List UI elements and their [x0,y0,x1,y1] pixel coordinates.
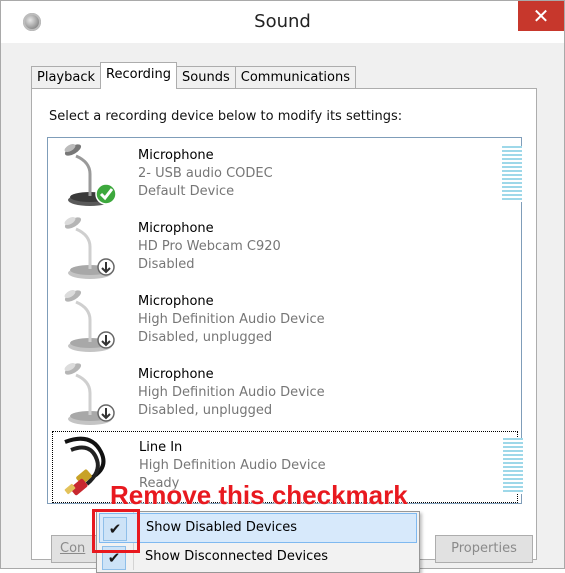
device-status: Disabled, unplugged [138,403,273,418]
device-description: High Definition Audio Device [138,312,325,327]
device-description: High Definition Audio Device [139,458,326,473]
properties-button-label: Properties [451,541,517,556]
menu-item-label: Show Disabled Devices [146,520,298,535]
device-name: Microphone [138,294,214,309]
menu-item-show-disabled-devices[interactable]: ✔ Show Disabled Devices [99,513,417,543]
recording-device-list[interactable]: Microphone 2- USB audio CODEC Default De… [47,137,523,504]
device-name: Microphone [138,367,214,382]
annotation-highlight-box [92,509,140,553]
device-item-microphone-hd-audio-1[interactable]: Microphone High Definition Audio Device … [52,286,516,356]
menu-item-label: Show Disconnected Devices [145,549,329,564]
close-button[interactable]: ✕ [518,1,564,31]
menu-item-show-disconnected-devices[interactable]: ✔ Show Disconnected Devices [99,543,415,571]
device-item-microphone-usb[interactable]: Microphone 2- USB audio CODEC Default De… [52,140,522,210]
device-item-microphone-webcam[interactable]: Microphone HD Pro Webcam C920 Disabled [52,213,516,283]
device-status: Disabled, unplugged [138,330,273,345]
tab-strip: Playback Recording Sounds Communications [31,62,357,89]
microphone-default-icon [64,144,117,206]
properties-button[interactable]: Properties [435,535,533,563]
tab-playback[interactable]: Playback [31,66,102,89]
microphone-disabled-icon [64,290,115,352]
title-bar[interactable]: Sound ✕ [1,1,564,43]
level-meter [502,146,522,202]
microphone-disabled-icon [64,363,115,425]
device-name: Microphone [138,221,214,236]
tab-sounds[interactable]: Sounds [176,66,236,89]
device-description: HD Pro Webcam C920 [138,239,281,254]
microphone-disabled-icon [64,217,115,279]
tab-communications[interactable]: Communications [234,66,357,89]
annotation-text: Remove this checkmark [110,480,408,510]
context-menu: ✔ Show Disabled Devices ✔ Show Disconnec… [96,511,420,573]
device-status: Disabled [138,257,195,272]
level-meter [503,438,523,494]
device-status: Default Device [138,184,235,199]
device-description: 2- USB audio CODEC [138,166,273,181]
device-name: Line In [139,440,183,455]
instruction-text: Select a recording device below to modif… [49,109,403,124]
device-name: Microphone [138,148,214,163]
device-item-microphone-hd-audio-2[interactable]: Microphone High Definition Audio Device … [52,359,516,429]
window-title: Sound [254,11,311,32]
device-description: High Definition Audio Device [138,385,325,400]
configure-button-label: Con [60,541,86,556]
tab-recording[interactable]: Recording [100,62,178,89]
